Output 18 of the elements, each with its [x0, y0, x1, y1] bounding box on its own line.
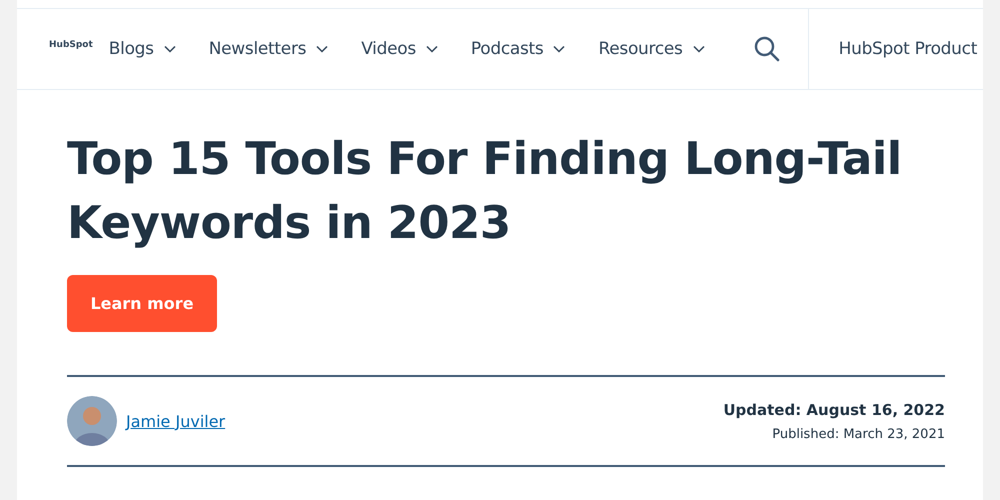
chevron-down-icon [316, 45, 328, 53]
nav-menu-item[interactable]: Newsletters [208, 39, 328, 59]
published-date: Published: March 23, 2021 [772, 426, 945, 442]
chevron-down-icon [553, 45, 566, 53]
nav-menu-item[interactable]: Podcasts [470, 39, 566, 59]
nav-menu-item[interactable]: Videos [361, 39, 438, 59]
search-icon[interactable] [754, 36, 780, 62]
avatar-icon [67, 396, 117, 446]
nav-menu-item[interactable]: Resources [598, 39, 705, 59]
updated-date: Updated: August 16, 2022 [723, 400, 945, 418]
nav-menu-item[interactable]: Blogs [108, 39, 176, 59]
chevron-down-icon [692, 45, 705, 53]
logo[interactable]: HubSpot [49, 40, 93, 50]
nav-link[interactable]: HubSpot Product [838, 39, 978, 59]
chevron-down-icon [426, 45, 438, 53]
article-title: Top 15 Tools For Finding Long-Tail Keywords in 2023 [67, 131, 903, 251]
chevron-down-icon [164, 45, 176, 53]
author-link[interactable]: Jamie Juviler [126, 412, 226, 430]
